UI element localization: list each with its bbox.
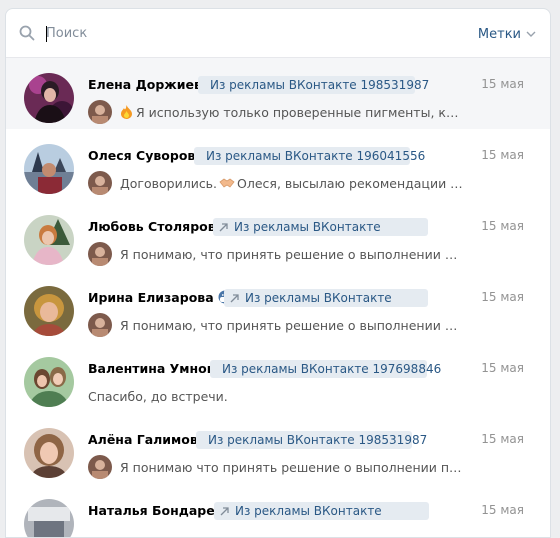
ad-source-label: Из рекламы ВКонтакте xyxy=(235,504,382,518)
dialog-name[interactable]: Ирина Елизарова xyxy=(88,290,232,305)
message-preview: Я понимаю что принять решение о выполнен… xyxy=(120,460,465,475)
sender-avatar xyxy=(88,455,112,479)
dialog-name[interactable]: Любовь Столярова xyxy=(88,219,224,234)
message-preview: Я использую только проверенные пигменты,… xyxy=(120,105,465,120)
dialog-list: Елена Доржиева Из рекламы ВКонтакте 1985… xyxy=(6,58,550,537)
dialog-name[interactable]: Елена Доржиева xyxy=(88,77,210,92)
avatar[interactable] xyxy=(24,215,74,265)
dialog-date: 15 мая xyxy=(481,148,524,162)
ad-source-tag: Из рекламы ВКонтакте xyxy=(213,218,428,236)
avatar[interactable] xyxy=(24,499,74,537)
dialog-name[interactable]: Наталья Бондарева xyxy=(88,503,231,518)
dialog-item[interactable]: Валентина Умнова Из рекламы ВКонтакте 19… xyxy=(6,342,550,413)
dialog-date: 15 мая xyxy=(481,219,524,233)
dialog-date: 15 мая xyxy=(481,361,524,375)
message-preview: Спасибо, до встречи. xyxy=(88,389,433,404)
sender-avatar xyxy=(88,313,112,337)
labels-dropdown-label: Метки xyxy=(477,26,521,42)
dialog-item[interactable]: Елена Доржиева Из рекламы ВКонтакте 1985… xyxy=(6,58,550,129)
dialog-item[interactable]: Олеся Суворова Из рекламы ВКонтакте 1960… xyxy=(6,129,550,200)
avatar[interactable] xyxy=(24,286,74,336)
message-preview-text: Я понимаю, что принять решение о выполне… xyxy=(120,247,465,262)
message-preview-text: Олеся, высылаю рекомендации пере... xyxy=(237,176,465,191)
ad-source-tag: Из рекламы ВКонтакте 198531987 xyxy=(198,76,429,94)
ad-source-label: Из рекламы ВКонтакте 198531987 xyxy=(208,433,428,447)
dialog-date: 15 мая xyxy=(481,77,524,91)
ad-source-tag: Из рекламы ВКонтакте xyxy=(224,289,428,307)
labels-dropdown[interactable]: Метки xyxy=(478,25,536,43)
message-preview-text: Я использую только проверенные пигменты,… xyxy=(136,105,465,120)
dialog-date: 15 мая xyxy=(481,290,524,304)
arrow-up-right-icon xyxy=(220,506,229,515)
ad-source-label: Из рекламы ВКонтакте 197698846 xyxy=(222,362,442,376)
avatar[interactable] xyxy=(24,144,74,194)
message-preview-text: Спасибо, до встречи. xyxy=(88,389,228,404)
message-preview-text: Я понимаю что принять решение о выполнен… xyxy=(120,460,465,475)
ad-source-tag: Из рекламы ВКонтакте 196041556 xyxy=(194,147,425,165)
chevron-down-icon xyxy=(526,31,536,37)
handshake-icon xyxy=(219,178,235,188)
message-preview: Я понимаю, что принять решение о выполне… xyxy=(120,247,465,262)
dialog-item[interactable]: Наталья Бондарева Из рекламы ВКонтакте 1… xyxy=(6,484,550,537)
sender-avatar xyxy=(88,171,112,195)
message-preview-text-start: Договорились. xyxy=(120,176,218,191)
avatar[interactable] xyxy=(24,428,74,478)
search-icon xyxy=(19,25,35,41)
avatar[interactable] xyxy=(24,357,74,407)
dialog-date: 15 мая xyxy=(481,432,524,446)
dialog-name[interactable]: Алёна Галимова xyxy=(88,432,206,447)
ad-source-label: Из рекламы ВКонтакте xyxy=(245,291,392,305)
search-input[interactable] xyxy=(46,21,446,45)
message-preview: Я понимаю, что принять решение о выполне… xyxy=(120,318,465,333)
search-bar: Метки xyxy=(6,9,550,58)
dialog-date: 15 мая xyxy=(481,503,524,517)
fire-icon xyxy=(121,105,132,119)
arrow-up-right-icon xyxy=(219,222,228,231)
dialog-item[interactable]: Любовь Столярова Из рекламы ВКонтакте 15… xyxy=(6,200,550,271)
sender-avatar xyxy=(88,242,112,266)
dialog-name[interactable]: Олеся Суворова xyxy=(88,148,204,163)
arrow-up-right-icon xyxy=(230,293,239,302)
dialog-item[interactable]: Алёна Галимова Из рекламы ВКонтакте 1985… xyxy=(6,413,550,484)
ad-source-tag: Из рекламы ВКонтакте 197698846 xyxy=(210,360,441,378)
ad-source-label: Из рекламы ВКонтакте 198531987 xyxy=(210,78,430,92)
ad-source-label: Из рекламы ВКонтакте xyxy=(234,220,381,234)
message-preview: Договорились. Олеся, высылаю рекомендации… xyxy=(120,176,465,191)
ad-source-label: Из рекламы ВКонтакте 196041556 xyxy=(206,149,426,163)
dialog-name[interactable]: Валентина Умнова xyxy=(88,361,223,376)
dialog-name-text: Ирина Елизарова xyxy=(88,290,214,305)
sender-avatar xyxy=(88,100,112,124)
ad-source-tag: Из рекламы ВКонтакте 198531987 xyxy=(196,431,427,449)
message-preview-text: Я понимаю, что принять решение о выполне… xyxy=(120,318,465,333)
avatar[interactable] xyxy=(24,73,74,123)
messages-panel: Метки Елена Доржиева xyxy=(5,8,551,538)
ad-source-tag: Из рекламы ВКонтакте xyxy=(214,502,429,520)
dialog-item[interactable]: Ирина Елизарова Из рекламы ВКонтакте 15 … xyxy=(6,271,550,342)
